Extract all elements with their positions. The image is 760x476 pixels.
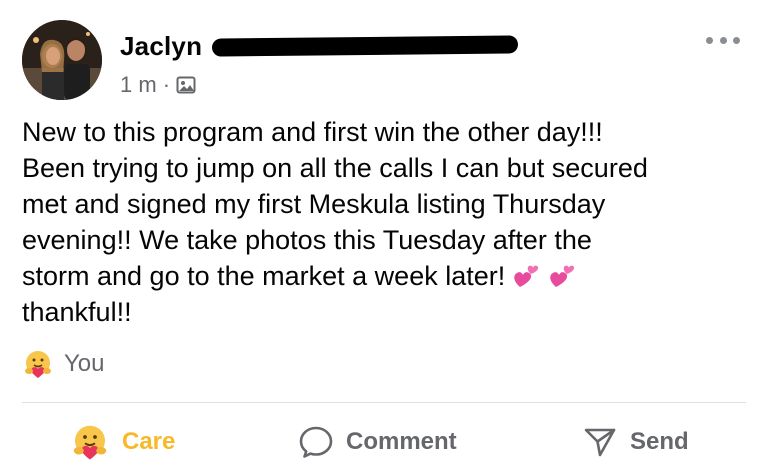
send-icon [584,428,616,457]
author-avatar[interactable] [22,20,102,100]
action-bar: Care Comment Send [22,410,746,476]
avatar-photo [22,20,102,100]
post-body: New to this program and first win the ot… [22,114,742,330]
author-name[interactable]: Jaclyn [120,31,202,62]
meta-separator: · [162,72,171,97]
post-text-line: Been trying to jump on all the calls I c… [22,153,648,183]
post-text-line: met and signed my first Meskula listing … [22,189,606,219]
reactions-summary[interactable]: You [22,348,105,380]
post-text-line-with-emoji: storm and go to the market a week later! [22,258,742,294]
send-label: Send [630,428,689,455]
comment-label: Comment [346,428,457,455]
more-dot-icon [719,36,727,44]
redacted-surname [212,35,519,57]
two-hearts-icon [511,261,541,291]
post-text-line: thankful!! [22,297,132,327]
post-text-line: New to this program and first win the ot… [22,117,603,147]
post-text-line: storm and go to the market a week later! [22,261,506,291]
post-meta: 1 m · [120,72,196,98]
author-row: Jaclyn [120,28,519,64]
post-text-line: evening!! We take photos this Tuesday af… [22,225,592,255]
more-dot-icon [733,36,740,44]
more-dot-icon [706,36,713,44]
more-options-button[interactable] [706,30,740,50]
post-timestamp[interactable]: 1 m [120,72,157,98]
send-button[interactable]: Send [582,420,689,464]
care-button[interactable]: Care [70,420,175,464]
photo-audience-icon[interactable] [176,75,196,95]
two-hearts-icon [547,261,577,291]
care-emoji-icon [25,351,51,378]
care-label: Care [122,428,176,455]
facebook-post: Jaclyn 1 m · New to this program and fir… [0,0,760,476]
care-emoji-icon [73,425,107,460]
reactions-label: You [64,350,105,377]
comment-bubble-icon [299,426,333,458]
actions-divider [22,402,746,403]
comment-button[interactable]: Comment [298,420,457,464]
